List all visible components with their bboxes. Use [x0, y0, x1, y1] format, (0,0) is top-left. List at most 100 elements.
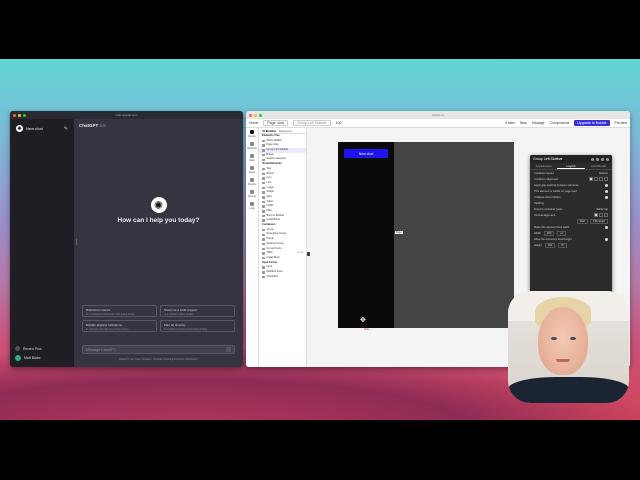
- canvas-new-chat-button[interactable]: New chat: [344, 149, 388, 158]
- suggestion-card[interactable]: Explain airplane turbulence to someone w…: [82, 320, 157, 332]
- alignment-option[interactable]: [589, 177, 593, 181]
- unit-selector[interactable]: %: [558, 242, 567, 248]
- move-cursor-icon: ✥: [360, 317, 366, 324]
- element-type-icon: [262, 172, 265, 176]
- rail-styles[interactable]: Styles: [246, 164, 258, 176]
- page-chat-canvas[interactable]: New chat ✥ Wide Page: [338, 142, 514, 331]
- preview-button[interactable]: Preview: [615, 121, 627, 125]
- manage-button[interactable]: Manage: [532, 121, 545, 125]
- close-dot-icon[interactable]: [249, 113, 252, 117]
- minimize-dot-icon[interactable]: [254, 113, 257, 117]
- tabs-count[interactable]: 0 tabs: [505, 121, 515, 125]
- new-chat-button[interactable]: ✺ New chat ✎: [14, 123, 70, 134]
- checkbox[interactable]: [605, 225, 608, 229]
- alignment-option[interactable]: [599, 213, 603, 217]
- model-selector[interactable]: ChatGPT 3.5: [79, 123, 106, 128]
- numeric-field[interactable]: 260: [543, 230, 555, 236]
- sidebar-toggle-handle[interactable]: [76, 239, 77, 245]
- info-icon[interactable]: [591, 157, 594, 161]
- alignment-option[interactable]: [594, 213, 598, 217]
- button-group: Start Fill-center: [575, 218, 608, 224]
- components-button[interactable]: Components: [549, 121, 569, 125]
- elements-tree: Elements Tree Show Hidden Page chat Group L…: [259, 134, 306, 279]
- more-icon[interactable]: [601, 157, 604, 161]
- new-chat-label: New chat: [26, 126, 43, 131]
- rail-data[interactable]: Data: [246, 152, 258, 164]
- rail-design[interactable]: Design: [246, 128, 258, 140]
- close-dot-icon[interactable]: [13, 113, 16, 117]
- alignment-option[interactable]: [604, 177, 608, 181]
- unit-selector[interactable]: px: [557, 230, 567, 236]
- group-left-sidebar[interactable]: New chat ✥ Wide: [338, 142, 394, 331]
- edit-icon[interactable]: ✎: [64, 126, 68, 132]
- checkbox[interactable]: [605, 189, 608, 193]
- maximize-dot-icon[interactable]: [23, 113, 26, 117]
- tab-elements[interactable]: Elements: [279, 129, 292, 133]
- alignment-option[interactable]: [604, 213, 608, 217]
- chat-url[interactable]: chat.openai.com: [115, 111, 137, 119]
- renew-plus-button[interactable]: Renew Plus: [14, 344, 70, 353]
- element-selector[interactable]: Group Left Sidebar: [293, 120, 331, 126]
- property-label: Container alignment: [534, 177, 559, 181]
- element-type-icon: [262, 149, 265, 152]
- upgrade-button[interactable]: Upgrade to Bubble: [574, 120, 610, 126]
- rail-workflow[interactable]: Workflow: [246, 140, 258, 152]
- property-label: Make this element fixed width: [534, 225, 570, 229]
- suggestion-card[interactable]: Brainstorm names for my fantasy football…: [82, 305, 157, 317]
- tab-appearance[interactable]: Appearance: [530, 164, 557, 168]
- page-selector[interactable]: Page: chat: [263, 120, 289, 126]
- pin-icon[interactable]: [596, 157, 599, 161]
- suggestion-card[interactable]: Plan an itinerary for a fashion-focused …: [160, 320, 235, 332]
- rail-settings[interactable]: Settings: [246, 188, 258, 200]
- property-row: Height 100%: [530, 242, 612, 248]
- desktop-wallpaper: chat.openai.com ✺ New chat ✎ Renew Plus …: [0, 59, 640, 420]
- close-icon[interactable]: [606, 157, 609, 161]
- elements-panel: UI Builder Elements Elements Tree Show Hi…: [259, 128, 307, 367]
- chat-titlebar: chat.openai.com: [10, 111, 243, 119]
- rail-plugins[interactable]: Plugins: [246, 176, 258, 188]
- rail-logs[interactable]: Logs: [246, 200, 258, 212]
- send-icon[interactable]: [226, 347, 231, 352]
- option-button[interactable]: Start: [576, 218, 589, 224]
- property-label: Container layout: [534, 171, 554, 175]
- tab-layout[interactable]: Layout: [557, 164, 585, 169]
- minimize-dot-icon[interactable]: [18, 113, 21, 117]
- element-type-icon: [262, 247, 265, 251]
- collapse-panel-handle[interactable]: [307, 252, 310, 256]
- disclaimer: ChatGPT can make mistakes. Consider chec…: [118, 358, 199, 361]
- property-label: Height: [534, 243, 542, 247]
- element-type-icon: [262, 191, 265, 194]
- option-button[interactable]: Fill-center: [590, 218, 608, 224]
- editor-url[interactable]: bubble.io: [432, 111, 444, 119]
- checkbox[interactable]: [605, 195, 608, 199]
- alignment-option[interactable]: [599, 177, 603, 181]
- chatgpt-window: chat.openai.com ✺ New chat ✎ Renew Plus …: [10, 111, 243, 367]
- property-dropdown[interactable]: Sticky top: [596, 208, 608, 211]
- checkbox[interactable]: [605, 237, 608, 241]
- tab-ui-builder[interactable]: UI Builder: [262, 129, 276, 133]
- sidebar-bottom: Renew Plus Matt Blake: [14, 344, 70, 363]
- new-button[interactable]: New: [520, 121, 527, 125]
- alignment-option[interactable]: [594, 177, 598, 181]
- tab-conditional[interactable]: Conditional: [585, 164, 612, 168]
- property-dropdown[interactable]: Column: [599, 172, 608, 175]
- home-button[interactable]: Home: [249, 121, 258, 125]
- numeric-field[interactable]: 100: [544, 242, 556, 248]
- property-editor-header[interactable]: Group Left Sidebar: [530, 155, 612, 163]
- page-tag: Page: [395, 231, 403, 234]
- user-menu[interactable]: Matt Blake: [14, 353, 70, 363]
- plugins-icon: [250, 178, 254, 182]
- property-editor-actions: [591, 157, 609, 161]
- message-input[interactable]: [86, 347, 226, 352]
- tree-item[interactable]: Checkbox: [259, 275, 306, 280]
- suggestion-card[interactable]: Show me a code snippet of a website's st…: [160, 305, 235, 317]
- chat-main: ChatGPT 3.5 ✺ How can I help you today? …: [74, 119, 243, 367]
- element-type-icon: [262, 153, 265, 157]
- maximize-dot-icon[interactable]: [259, 113, 262, 117]
- element-type-icon: [262, 271, 265, 274]
- zoom-level[interactable]: 100: [336, 121, 342, 125]
- property-label: Vertical alignment: [534, 213, 556, 217]
- checkbox[interactable]: [605, 183, 608, 187]
- webcam-shirt: [508, 377, 629, 403]
- webcam-eye: [551, 337, 557, 340]
